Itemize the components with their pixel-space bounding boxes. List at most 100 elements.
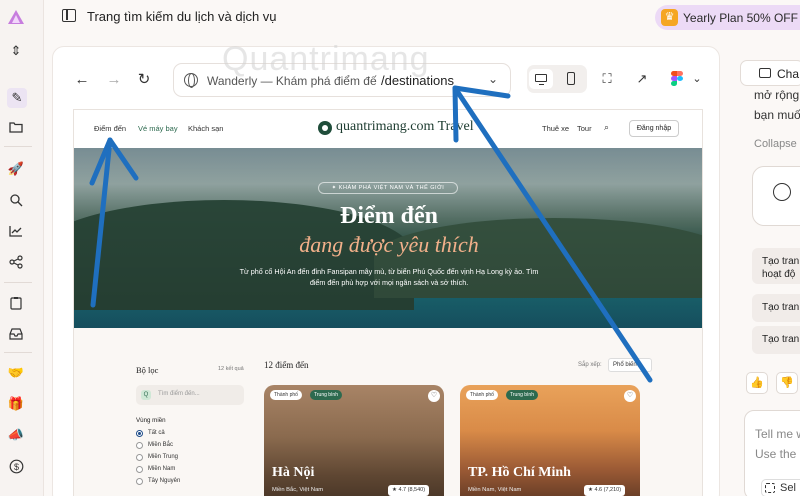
folder-icon[interactable] (7, 118, 25, 136)
card-city: TP. Hồ Chí Minh (468, 465, 571, 480)
sort-label: Sắp xếp: (578, 362, 602, 368)
watermark: Quantrimang (222, 40, 430, 78)
edit-icon[interactable]: ✎ (7, 88, 27, 108)
desktop-view-button[interactable] (529, 69, 553, 89)
hero-title: Điểm đến (340, 203, 438, 229)
site-navbar: Điểm đến Vé máy bay Khách sạn quantriman… (74, 110, 702, 148)
destination-card[interactable]: Thành phố Trung bình ♡ TP. Hồ Chí Minh M… (460, 385, 640, 496)
search-code-icon[interactable] (7, 191, 25, 209)
chat-input[interactable]: Tell me w Use the Sel (744, 410, 800, 496)
chat-bubble-icon (759, 68, 771, 78)
chat-message-text: bạn muố (754, 108, 800, 122)
rail-divider (4, 146, 32, 147)
card-tag: Thành phố (466, 390, 498, 400)
card-tag: Trung bình (310, 390, 342, 400)
radio-icon (136, 466, 143, 473)
filters-title: Bộ lọc (136, 365, 159, 375)
radio-icon (136, 442, 143, 449)
share-icon[interactable] (7, 253, 25, 271)
radio-icon (136, 478, 143, 485)
heart-icon[interactable]: ♡ (624, 390, 636, 402)
radio-selected-icon (136, 430, 143, 437)
back-arrow-icon[interactable]: ← (73, 71, 91, 89)
tab-chat[interactable]: Cha (740, 60, 800, 86)
handshake-icon[interactable]: 🤝 (7, 364, 25, 382)
open-external-icon[interactable]: ↗ (634, 71, 650, 87)
region-label: Vùng miền (136, 417, 166, 424)
card-location: Miền Nam, Việt Nam (468, 487, 522, 493)
app-logo-icon[interactable] (7, 8, 25, 26)
radio-icon (136, 454, 143, 461)
clipboard-icon[interactable] (7, 294, 25, 312)
dollar-icon[interactable]: $ (7, 457, 25, 475)
sort-select[interactable]: Phổ biến (608, 358, 652, 372)
forward-arrow-icon[interactable]: → (105, 71, 123, 89)
hero-title-accent: đang được yêu thích (299, 232, 479, 257)
rail-divider (4, 282, 32, 283)
monitor-icon (535, 74, 547, 86)
destination-card[interactable]: Thành phố Trung bình ♡ Hà Nội Miền Bắc, … (264, 385, 444, 496)
thumbs-down-icon[interactable]: 👎 (776, 372, 798, 394)
suggestion-chip[interactable]: Tạo tran (752, 294, 800, 322)
rocket-icon[interactable]: 🚀 (7, 160, 25, 178)
card-rating: ★ 4.6 (7,210) (584, 485, 626, 496)
history-card[interactable] (752, 166, 800, 226)
hero-kicker: ✦ KHÁM PHÁ VIỆT NAM VÀ THẾ GIỚI (318, 182, 458, 194)
fullscreen-icon[interactable]: ⛶ (599, 71, 615, 87)
card-city: Hà Nội (272, 465, 315, 480)
login-button[interactable]: Đăng nhập (629, 120, 679, 137)
chart-icon[interactable] (7, 222, 25, 240)
megaphone-icon[interactable]: 📣 (7, 426, 25, 444)
chevron-down-icon[interactable]: ⌄ (488, 72, 498, 86)
yearly-plan-badge[interactable]: ♛ Yearly Plan 50% OFF – (655, 5, 800, 30)
preview-panel: ← → ↻ Wanderly — Khám phá điểm đế... /de… (52, 46, 720, 496)
results-title: 12 điểm đến (264, 360, 309, 370)
logo-icon (318, 121, 332, 135)
site-logo[interactable]: quantrimang.com Travel (336, 119, 474, 135)
nav-car-rental[interactable]: Thuê xe (542, 124, 569, 133)
results-count: 12 kết quả (218, 366, 244, 372)
hero-banner: ✦ KHÁM PHÁ VIỆT NAM VÀ THẾ GIỚI Điểm đến… (74, 148, 702, 328)
globe-icon (184, 73, 198, 88)
collapse-link[interactable]: Collapse (754, 138, 797, 150)
crown-icon: ♛ (661, 9, 678, 26)
hero-subtitle: Từ phố cổ Hội An đến đỉnh Fansipan mây m… (239, 267, 539, 287)
top-bar: Trang tìm kiếm du lịch và dịch vụ ♛ Year… (44, 0, 800, 34)
chevron-updown-icon[interactable]: ⇕ (7, 42, 25, 60)
chevron-down-icon[interactable]: ⌄ (689, 71, 705, 87)
nav-hotels[interactable]: Khách sạn (188, 124, 223, 133)
chat-input-placeholder: Tell me w (755, 427, 800, 441)
select-element-button[interactable]: Sel (761, 479, 800, 496)
search-icon: Q (141, 390, 151, 400)
nav-flights[interactable]: Vé máy bay (138, 124, 178, 133)
heart-icon[interactable]: ♡ (428, 390, 440, 402)
chat-input-placeholder: Use the (755, 447, 797, 461)
reload-icon[interactable]: ↻ (135, 71, 153, 89)
card-tag: Trung bình (506, 390, 538, 400)
thumbs-up-icon[interactable]: 👍 (746, 372, 768, 394)
nav-tour[interactable]: Tour (577, 124, 592, 133)
search-placeholder: Tìm điểm đến... (158, 391, 200, 397)
plan-badge-label: Yearly Plan 50% OFF (683, 11, 798, 25)
tab-chat-label: Cha (777, 67, 800, 81)
suggestion-chip[interactable]: Tạo tran hoạt độ (752, 248, 800, 284)
select-box-icon (765, 483, 775, 493)
sidebar-toggle-icon[interactable] (62, 9, 76, 22)
device-toggle (527, 65, 587, 93)
card-location: Miền Bắc, Việt Nam (272, 487, 324, 493)
left-rail: ⇕ ✎ 🚀 🤝 🎁 📣 $ (0, 0, 44, 496)
gift-icon[interactable]: 🎁 (7, 395, 25, 413)
phone-icon (567, 72, 575, 85)
figma-icon[interactable] (671, 71, 683, 87)
nav-destinations[interactable]: Điểm đến (94, 124, 126, 133)
card-tag: Thành phố (270, 390, 302, 400)
history-icon (773, 183, 791, 201)
rail-divider (4, 352, 32, 353)
mobile-view-button[interactable] (559, 69, 583, 89)
chat-message-text: mở rộng (754, 88, 800, 102)
destination-search-input[interactable]: Q Tìm điểm đến... (136, 385, 244, 405)
card-rating: ★ 4.7 (8,540) (388, 485, 430, 496)
search-icon[interactable]: ⌕ (604, 122, 609, 133)
suggestion-chip[interactable]: Tạo tran (752, 326, 800, 354)
inbox-icon[interactable] (7, 325, 25, 343)
